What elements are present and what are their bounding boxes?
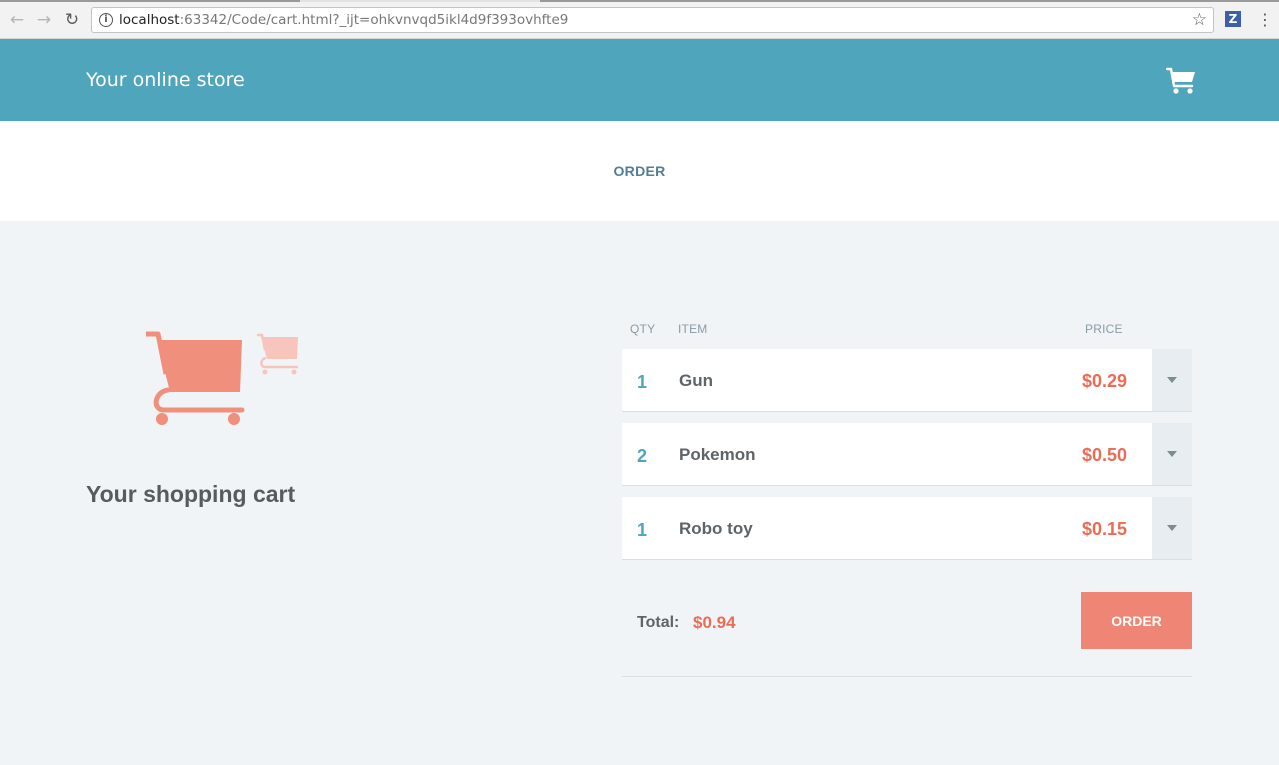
row-dropdown-button[interactable] <box>1152 423 1192 485</box>
shopping-cart-icon[interactable] <box>1166 67 1196 95</box>
cart-row: 1 Gun $0.29 <box>622 349 1192 412</box>
divider <box>622 676 1192 677</box>
price-column-header: PRICE <box>1085 322 1123 336</box>
url-path: :63342/Code/cart.html?_ijt=ohkvnvqd5ikl4… <box>179 12 569 28</box>
extension-icon[interactable]: Z <box>1225 11 1241 27</box>
row-qty: 2 <box>637 446 648 466</box>
address-bar[interactable]: i localhost:63342/Code/cart.html?_ijt=oh… <box>91 7 1214 33</box>
total-label: Total: <box>637 614 680 631</box>
url-text: localhost:63342/Code/cart.html?_ijt=ohkv… <box>119 12 568 28</box>
back-button[interactable]: ← <box>7 10 27 30</box>
tab-strip <box>0 0 1279 2</box>
order-button[interactable]: ORDER <box>1081 592 1192 649</box>
site-header: Your online store <box>0 39 1279 121</box>
row-price: $0.15 <box>1081 519 1127 539</box>
forward-button[interactable]: → <box>34 10 54 30</box>
shopping-cart-illustration <box>146 331 245 425</box>
reload-button[interactable]: ↻ <box>62 10 82 30</box>
nav-order-link: ORDER <box>0 163 1279 179</box>
brand-title[interactable]: Your online store <box>86 69 245 91</box>
total-value: $0.94 <box>693 613 736 632</box>
item-column-header: ITEM <box>678 322 708 336</box>
info-icon[interactable]: i <box>99 13 113 27</box>
row-item-name: Gun <box>679 371 713 390</box>
page-title: Your shopping cart <box>86 481 296 507</box>
caret-down-icon <box>1167 451 1177 457</box>
nav-order-label[interactable]: ORDER <box>613 163 665 179</box>
row-dropdown-button[interactable] <box>1152 349 1192 411</box>
nav-band: ORDER <box>0 121 1279 221</box>
browser-menu-icon[interactable]: ⋮ <box>1257 10 1273 29</box>
row-qty: 1 <box>637 520 648 540</box>
url-host: localhost <box>119 12 180 28</box>
caret-down-icon <box>1167 525 1177 531</box>
row-item-name: Pokemon <box>679 445 756 464</box>
cart-row: 2 Pokemon $0.50 <box>622 423 1192 486</box>
row-dropdown-button[interactable] <box>1152 497 1192 559</box>
row-price: $0.50 <box>1081 445 1127 465</box>
row-qty: 1 <box>637 372 648 392</box>
small-cart-illustration <box>257 333 298 375</box>
cart-row: 1 Robo toy $0.15 <box>622 497 1192 560</box>
row-price: $0.29 <box>1081 371 1127 391</box>
row-item-name: Robo toy <box>679 519 753 538</box>
browser-toolbar: ← → ↻ i localhost:63342/Code/cart.html?_… <box>0 0 1279 39</box>
qty-column-header: QTY <box>630 322 656 336</box>
bookmark-star-icon[interactable]: ☆ <box>1192 10 1207 30</box>
caret-down-icon <box>1167 377 1177 383</box>
